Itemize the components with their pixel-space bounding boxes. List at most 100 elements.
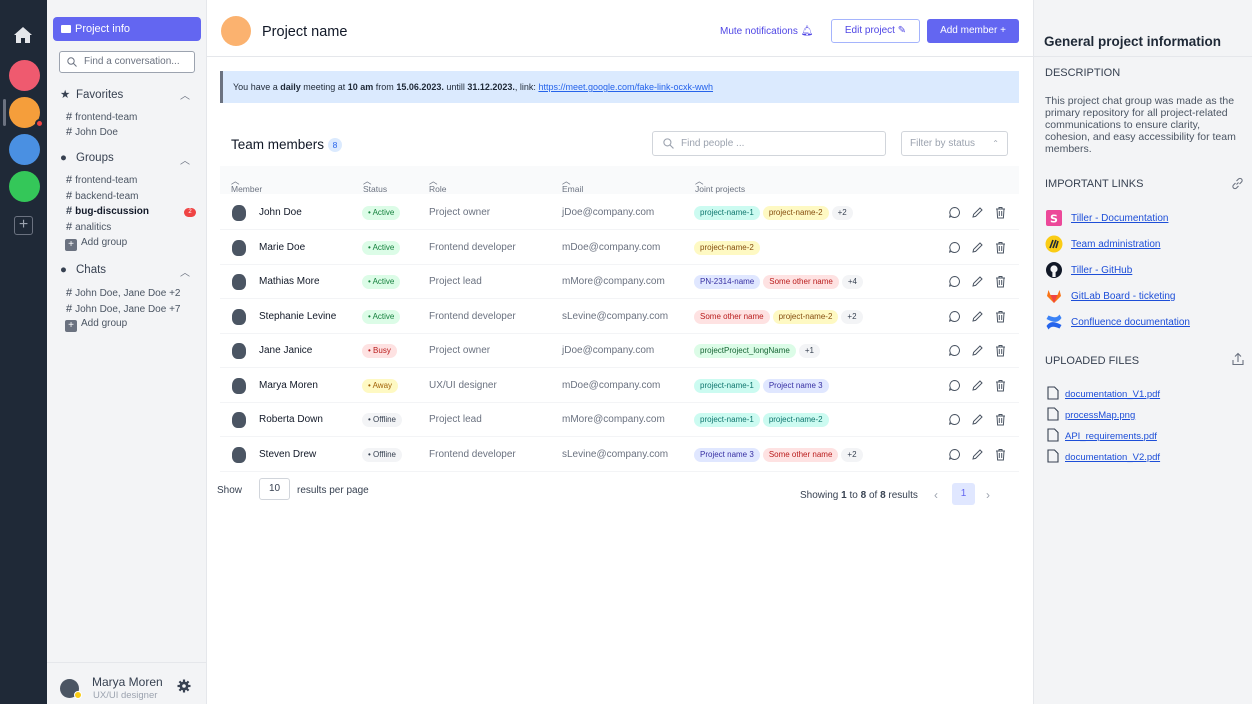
workspace-green[interactable] [9,171,40,202]
trash-icon[interactable] [994,379,1007,392]
trash-icon[interactable] [994,206,1007,219]
project-tag[interactable]: project-name-2 [772,309,839,324]
pencil-icon[interactable] [971,275,984,288]
chevron-right-icon[interactable]: › [986,488,990,502]
table-row[interactable]: Mathias More • Active Project lead mMore@co… [220,265,1019,299]
chat-bubble-icon[interactable] [948,344,961,357]
per-page-input[interactable]: 10 [259,478,290,500]
add-member-button[interactable]: Add member + [927,19,1019,43]
avatar[interactable] [60,679,82,699]
project-tag[interactable]: +2 [841,447,863,462]
link-label[interactable]: Team administration [1071,239,1160,250]
col-email[interactable]: Email ︿ [562,175,583,194]
project-tag[interactable]: project-name-2 [762,413,829,427]
chat-bubble-icon[interactable] [948,275,961,288]
trash-icon[interactable] [994,413,1007,426]
trash-icon[interactable] [994,448,1007,461]
pencil-icon[interactable] [971,344,984,357]
project-tag[interactable]: project-name-2 [694,240,760,255]
table-row[interactable]: Roberta Down • Offline Project lead mMore@c… [220,403,1019,437]
file-link[interactable]: documentation_V2.pdf [1065,452,1160,463]
table-row[interactable]: Marie Doe • Active Frontend developer mDoe@… [220,231,1019,265]
add-group-button[interactable]: + Add group [65,318,127,332]
chevron-up-icon[interactable]: ︿ [180,87,190,102]
col-status[interactable]: Status ︿ [363,175,387,194]
sidebar-item-group[interactable]: # backend-team [66,190,139,202]
chevron-up-icon[interactable]: ︿ [180,152,190,167]
page-button-current[interactable]: 1 [952,483,975,505]
link-icon[interactable] [1231,177,1244,190]
trash-icon[interactable] [994,241,1007,254]
chevron-up-icon[interactable]: ︿ [180,264,190,279]
trash-icon[interactable] [994,344,1007,357]
chat-bubble-icon[interactable] [948,310,961,323]
table-row[interactable]: Marya Moren • Away UX/UI designer mDoe@comp… [220,369,1019,403]
project-tag[interactable]: Project name 3 [762,378,829,393]
project-tag[interactable]: Some other name [694,309,770,324]
home-icon[interactable] [12,24,34,46]
pencil-icon[interactable] [971,310,984,323]
project-tag[interactable]: Project name 3 [694,447,760,462]
meeting-link[interactable]: https://meet.google.com/fake-link-ocxk-w… [538,82,713,92]
chevron-left-icon[interactable]: ‹ [934,488,938,502]
upload-icon[interactable] [1232,352,1244,366]
pencil-icon[interactable] [971,413,984,426]
col-member[interactable]: Member ︿ [231,175,262,194]
table-row[interactable]: Stephanie Levine • Active Frontend develop… [220,300,1019,334]
trash-icon[interactable] [994,275,1007,288]
project-info-button[interactable]: Project info [53,17,201,41]
groups-header[interactable]: ● Groups ︿ [60,152,200,167]
chat-bubble-icon[interactable] [948,448,961,461]
project-tag[interactable]: project-name-1 [694,378,760,393]
chat-bubble-icon[interactable] [948,241,961,254]
workspace-blue[interactable] [9,134,40,165]
project-tag[interactable]: project-name-1 [694,206,760,220]
col-role[interactable]: Role ︿ [429,175,446,194]
add-group-button[interactable]: + Add group [65,237,127,251]
project-tag[interactable]: projectProject_longName [694,344,796,358]
project-tag[interactable]: project-name-1 [694,413,760,427]
sidebar-item-group[interactable]: # frontend-team [66,174,137,186]
find-people-input[interactable]: Find people ... [652,131,886,156]
table-row[interactable]: Jane Janice • Busy Project owner jDoe@compa… [220,334,1019,368]
file-link[interactable]: documentation_V1.pdf [1065,389,1160,400]
gear-icon[interactable] [177,679,191,693]
pencil-icon[interactable] [971,448,984,461]
project-tag[interactable]: Some other name [762,447,839,462]
chat-bubble-icon[interactable] [948,413,961,426]
link-label[interactable]: Confluence documentation [1071,317,1190,328]
file-link[interactable]: processMap.png [1065,410,1135,421]
pencil-icon[interactable] [971,206,984,219]
link-label[interactable]: Tiller - GitHub [1071,265,1132,276]
chat-bubble-icon[interactable] [948,379,961,392]
sidebar-item-group[interactable]: # analitics [66,221,111,233]
conversation-search-input[interactable]: Find a conversation... [59,51,195,73]
project-tag[interactable]: +2 [831,206,853,220]
project-tag[interactable]: +2 [841,309,863,324]
project-tag[interactable]: PN-2314-name [694,275,761,289]
add-workspace-button[interactable]: + [14,216,33,235]
table-row[interactable]: John Doe • Active Project owner jDoe@compan… [220,196,1019,230]
sidebar-item-chat[interactable]: # John Doe, Jane Doe +2 [66,287,180,299]
chats-header[interactable]: ● Chats ︿ [60,264,200,279]
sidebar-item-group[interactable]: # bug-discussion [66,205,149,217]
project-tag[interactable]: +4 [841,275,863,289]
project-tag[interactable]: project-name-2 [762,206,829,220]
table-row[interactable]: Steven Drew • Offline Frontend developer sL… [220,438,1019,472]
pencil-icon[interactable] [971,379,984,392]
sidebar-item-favorite[interactable]: # John Doe [66,126,118,138]
edit-project-button[interactable]: Edit project ✎ [831,19,920,43]
pencil-icon[interactable] [971,241,984,254]
favorites-header[interactable]: ★ Favorites ︿ [60,87,200,102]
sidebar-item-favorite[interactable]: # frontend-team [66,111,137,123]
col-joint-projects[interactable]: Joint projects ︿ [695,175,745,194]
workspace-red[interactable] [9,60,40,91]
link-label[interactable]: GitLab Board - ticketing [1071,291,1176,302]
link-label[interactable]: Tiller - Documentation [1071,213,1168,224]
project-tag[interactable]: +1 [798,344,820,358]
sidebar-item-chat[interactable]: # John Doe, Jane Doe +7 [66,303,180,315]
trash-icon[interactable] [994,310,1007,323]
status-filter-select[interactable]: Filter by status ⌃⌄ [901,131,1008,171]
file-link[interactable]: API_requirements.pdf [1065,431,1157,442]
mute-notifications-button[interactable]: Mute notifications 🔔︎ [720,26,813,37]
